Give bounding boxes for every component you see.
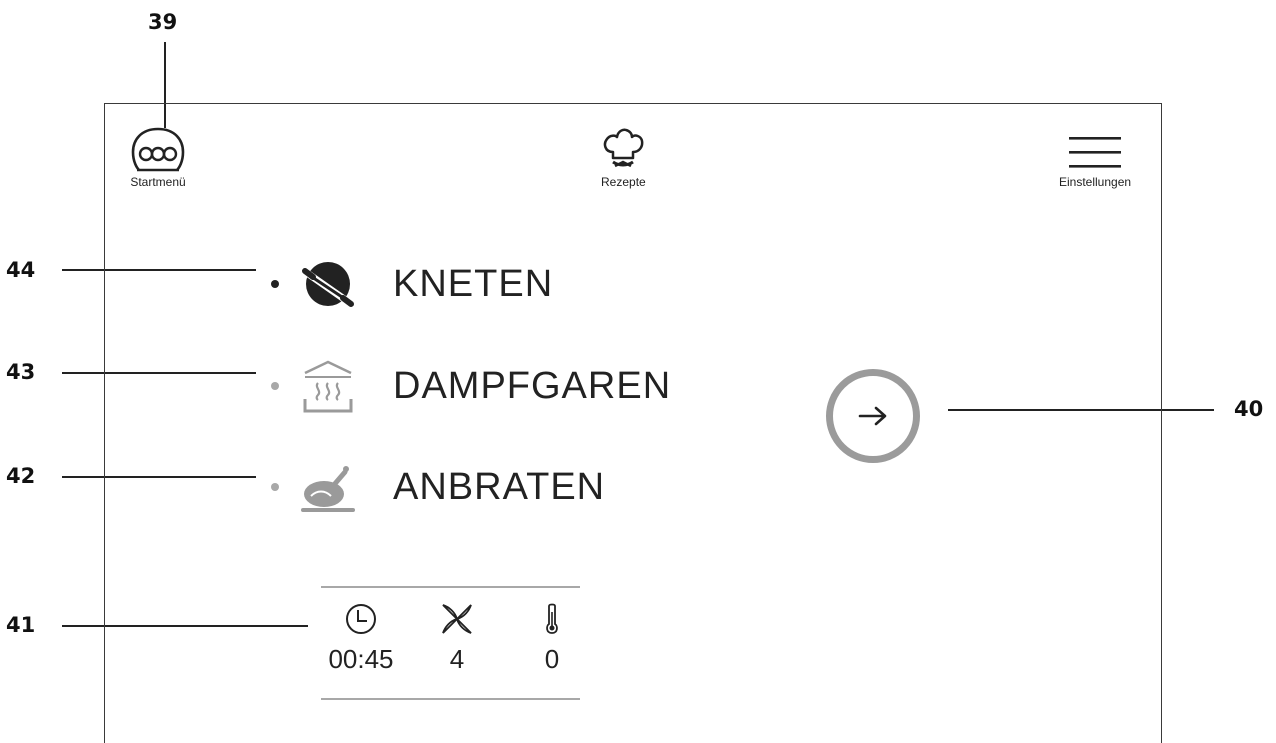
hamburger-menu-icon [1069, 137, 1122, 168]
settings-label: Einstellungen [1059, 175, 1132, 189]
start-menu-button[interactable]: Startmenü [127, 126, 189, 189]
speed-setting[interactable]: 4 [417, 602, 497, 675]
inactive-indicator-dot [271, 483, 279, 491]
speed-value: 4 [449, 644, 465, 674]
blade-icon [442, 604, 472, 634]
mode-item-anbraten[interactable]: ANBRATEN [271, 458, 605, 516]
temperature-value: 0 [544, 644, 560, 674]
callout-44: 44 [6, 258, 36, 282]
mode-item-dampfgaren[interactable]: DAMPFGAREN [271, 357, 671, 415]
temperature-setting[interactable]: 0 [512, 602, 592, 675]
device-screen: Startmenü Rezepte Einstellungen KNETEN D… [104, 103, 1162, 743]
start-menu-label: Startmenü [130, 175, 186, 189]
callout-40: 40 [1234, 397, 1264, 421]
settings-button[interactable]: Einstellungen [1059, 134, 1131, 189]
start-arrow-button[interactable] [826, 369, 920, 463]
inactive-indicator-dot [271, 382, 279, 390]
time-setting[interactable]: 00:45 [321, 602, 401, 675]
arrow-right-icon [858, 406, 887, 426]
mode-label-kneten: KNETEN [393, 262, 554, 305]
callout-41: 41 [6, 613, 36, 637]
kneading-icon [299, 255, 357, 313]
chef-hat-icon [604, 128, 644, 168]
mode-label-anbraten: ANBRATEN [393, 465, 606, 508]
three-dots-circle-icon [131, 127, 185, 172]
settings-panel[interactable]: 00:45 4 0 [321, 586, 580, 702]
bottom-divider [321, 698, 580, 700]
callout-39: 39 [148, 10, 178, 34]
top-divider [321, 586, 580, 588]
roast-chicken-icon [299, 458, 357, 516]
time-value: 00:45 [328, 644, 394, 674]
recipes-label: Rezepte [601, 175, 646, 189]
mode-label-dampfgaren: DAMPFGAREN [393, 364, 672, 407]
steam-icon [299, 357, 357, 415]
callout-43: 43 [6, 360, 36, 384]
mode-item-kneten[interactable]: KNETEN [271, 255, 553, 313]
recipes-button[interactable]: Rezepte [601, 126, 646, 189]
thermometer-icon [546, 603, 558, 634]
clock-icon [346, 604, 376, 634]
callout-42: 42 [6, 464, 36, 488]
active-indicator-dot [271, 280, 279, 288]
